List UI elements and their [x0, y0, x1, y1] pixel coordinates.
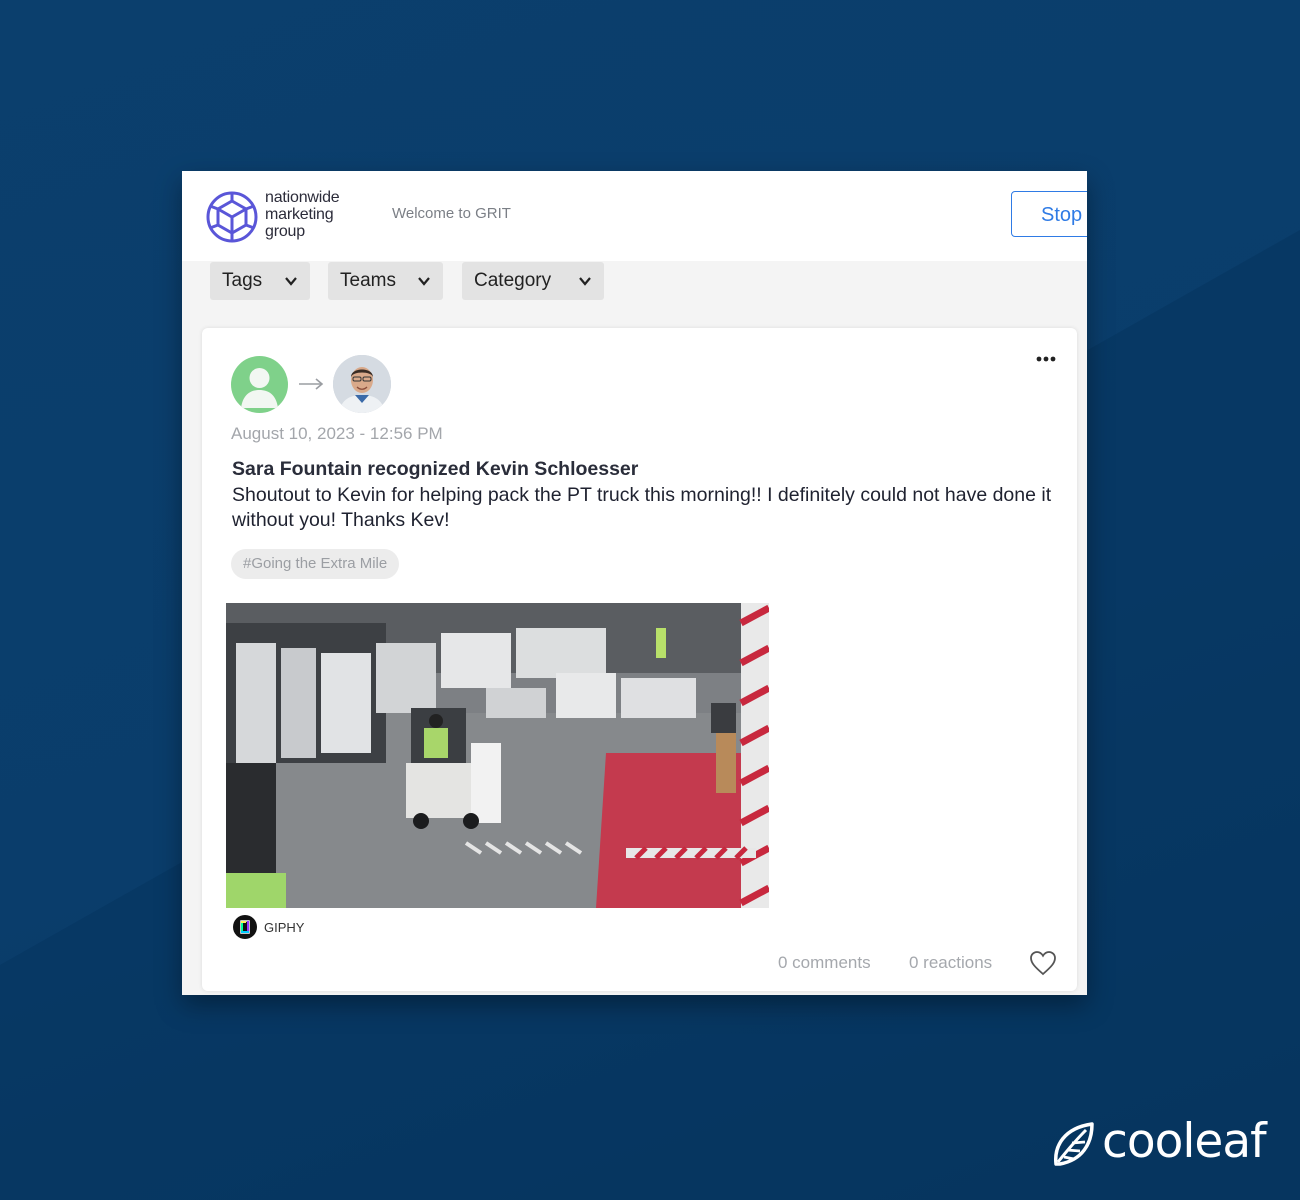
recognition-post-card: August 10, 2023 - 12:56 PM Sara Fountain…	[202, 328, 1077, 991]
company-logo-text: nationwide marketing group	[265, 189, 375, 240]
giphy-label: GIPHY	[264, 920, 305, 935]
logo-line: marketing	[265, 206, 334, 223]
company-logo-icon	[206, 191, 258, 243]
tags-filter-dropdown[interactable]: Tags	[210, 262, 310, 300]
post-gif-image[interactable]	[226, 603, 769, 908]
reactions-link[interactable]: 0 reactions	[909, 953, 992, 973]
arrow-right-icon	[299, 378, 324, 390]
filter-label: Category	[474, 270, 552, 291]
filter-label: Teams	[340, 270, 396, 291]
top-bar: nationwide marketing group Welcome to GR…	[182, 171, 1087, 261]
post-message: Shoutout to Kevin for helping pack the P…	[232, 484, 1052, 531]
chevron-down-icon	[579, 277, 591, 286]
more-options-icon[interactable]	[1036, 356, 1056, 362]
cooleaf-brand: cooleaf	[1050, 1114, 1270, 1172]
recipient-avatar[interactable]	[333, 355, 391, 413]
user-placeholder-icon	[241, 368, 278, 408]
logo-line: group	[265, 223, 305, 240]
brand-name: cooleaf	[1102, 1114, 1267, 1169]
chevron-down-icon	[418, 277, 430, 286]
filter-label: Tags	[222, 270, 263, 291]
leaf-logo-icon	[1054, 1122, 1094, 1166]
post-timestamp: August 10, 2023 - 12:56 PM	[231, 424, 443, 443]
post-tag[interactable]: #Going the Extra Mile	[231, 549, 400, 579]
chevron-down-icon	[285, 277, 297, 286]
stop-button[interactable]: Stop	[1011, 191, 1087, 237]
comments-link[interactable]: 0 comments	[778, 953, 871, 973]
welcome-text: Welcome to GRIT	[392, 205, 511, 222]
recipient-photo	[333, 355, 391, 413]
heart-icon[interactable]	[1029, 950, 1057, 976]
warehouse-gif	[226, 603, 769, 908]
app-window: nationwide marketing group Welcome to GR…	[182, 171, 1087, 995]
logo-line: nationwide	[265, 189, 340, 206]
giphy-logo-icon	[233, 915, 257, 939]
category-filter-dropdown[interactable]: Category	[462, 262, 604, 300]
sender-avatar[interactable]	[231, 356, 288, 413]
post-headline: Sara Fountain recognized Kevin Schloesse…	[232, 458, 639, 480]
teams-filter-dropdown[interactable]: Teams	[328, 262, 443, 300]
